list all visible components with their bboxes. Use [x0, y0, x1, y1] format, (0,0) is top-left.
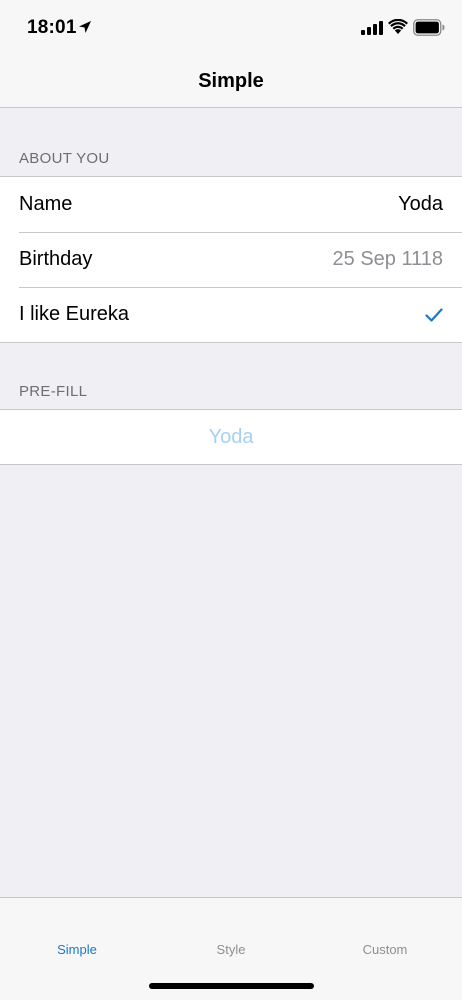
battery-icon: [413, 19, 445, 36]
checkmark-icon: [425, 307, 443, 322]
section-header-prefill: PRE-FILL: [19, 383, 88, 400]
prefill-value[interactable]: Yoda: [209, 426, 254, 449]
tab-custom[interactable]: Custom: [308, 942, 462, 957]
page-title: Simple: [198, 70, 264, 92]
location-arrow-icon: [79, 21, 91, 33]
birthday-label: Birthday: [19, 248, 93, 270]
wifi-icon: [388, 19, 408, 34]
like-eureka-label: I like Eureka: [19, 303, 130, 325]
prefill-group: Yoda: [0, 409, 462, 465]
birthday-value[interactable]: 25 Sep 1118: [333, 248, 443, 271]
birthday-row[interactable]: Birthday 25 Sep 1118: [0, 232, 462, 287]
name-label: Name: [19, 193, 73, 215]
status-time: 18:01: [27, 17, 77, 38]
navigation-bar: Simple: [0, 56, 462, 108]
status-bar: 18:01: [0, 0, 462, 56]
tab-style[interactable]: Style: [154, 942, 308, 957]
section-header-about-you: ABOUT YOU: [19, 150, 110, 167]
name-row[interactable]: Name Yoda: [0, 177, 462, 232]
cellular-signal-icon: [361, 21, 383, 35]
tab-simple[interactable]: Simple: [0, 942, 154, 957]
about-you-group: Name Yoda Birthday 25 Sep 1118 I like Eu…: [0, 176, 462, 343]
name-value[interactable]: Yoda: [398, 193, 443, 216]
home-indicator[interactable]: [149, 983, 314, 989]
screen: 18:01 Simple ABOUT YOU Name Yoda Birthda…: [0, 0, 462, 1000]
like-eureka-row[interactable]: I like Eureka: [0, 287, 462, 342]
prefill-row[interactable]: Yoda: [0, 410, 462, 464]
